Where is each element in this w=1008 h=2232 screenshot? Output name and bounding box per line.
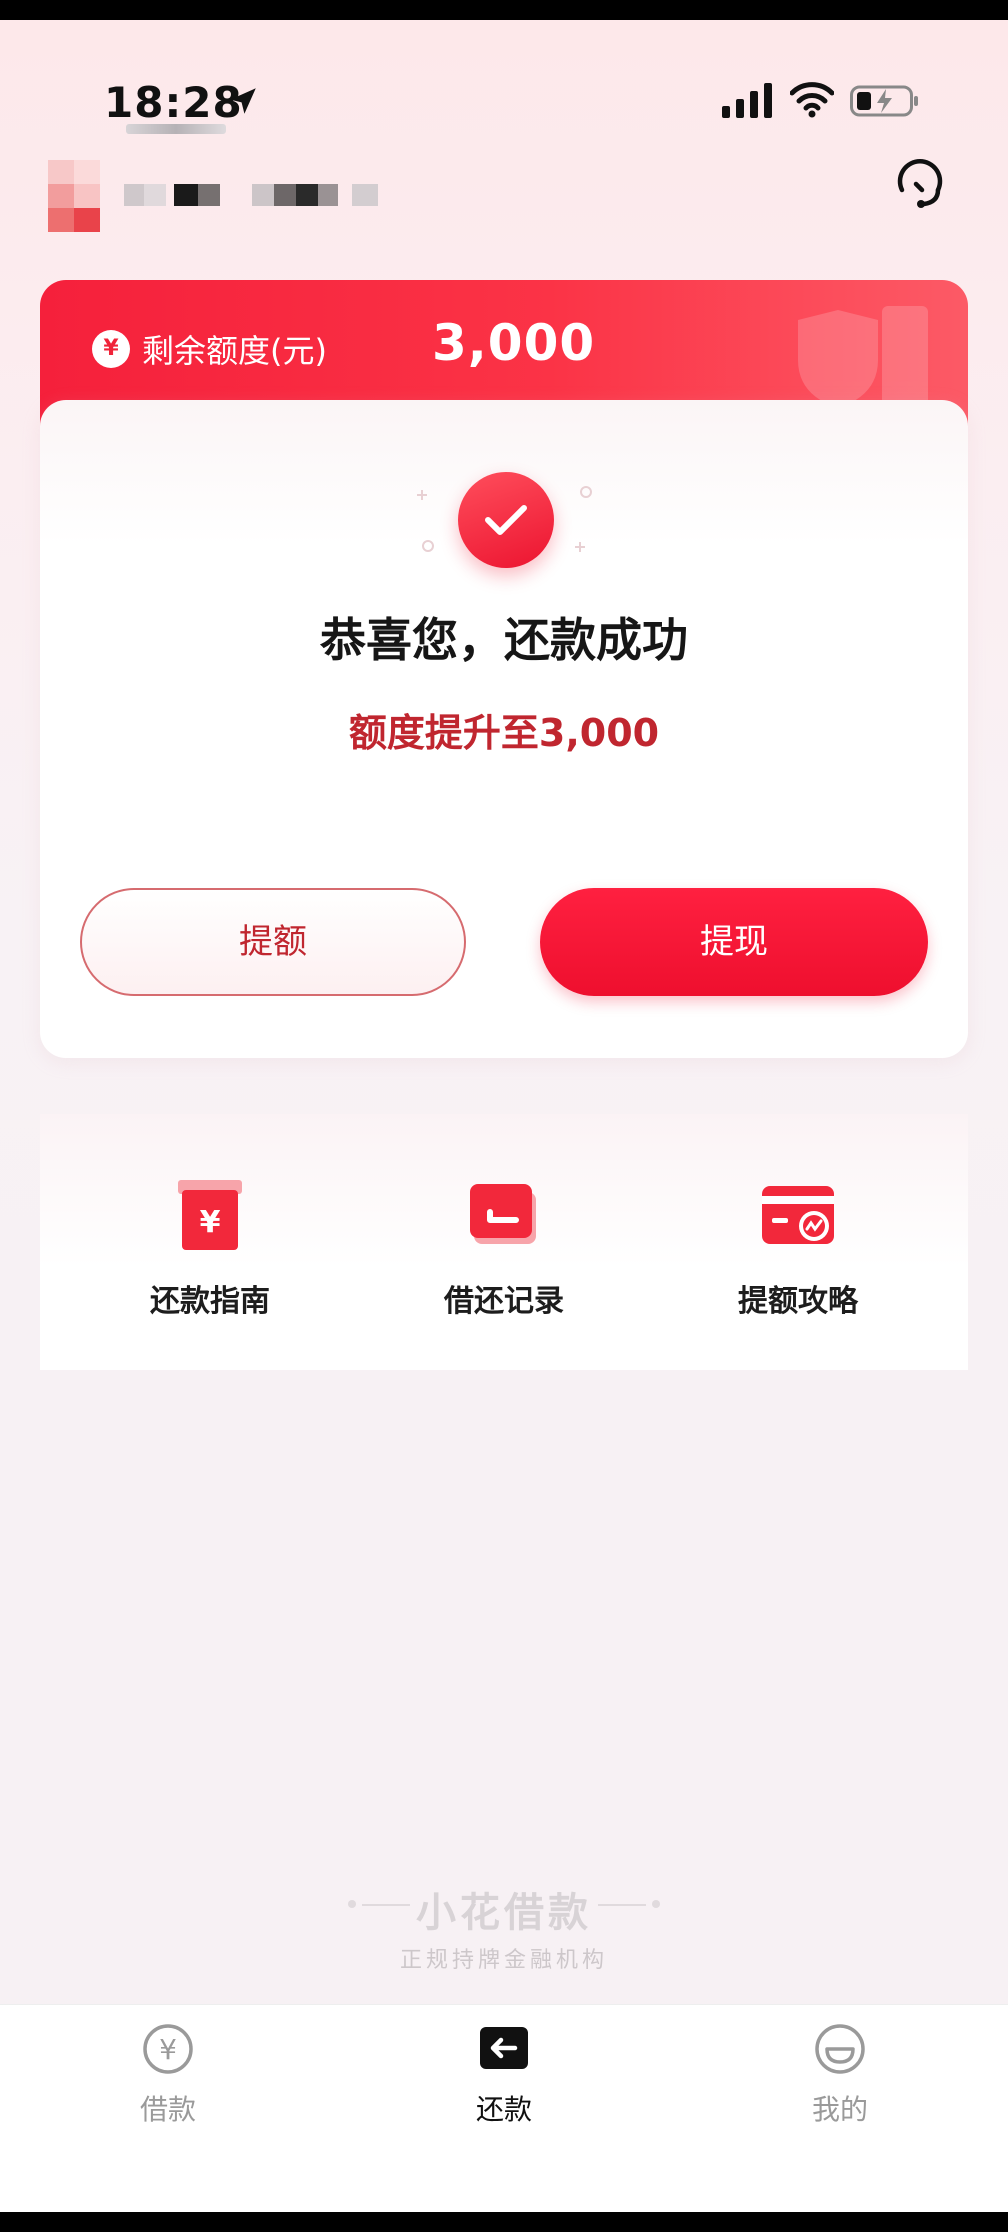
credit-raised-text: 额度提升至3,000 [348, 711, 660, 755]
tab-borrow[interactable]: ¥ 借款 [88, 2022, 248, 2128]
raise-credit-button[interactable]: 提额 [80, 888, 466, 996]
quick-action-label: 还款指南 [150, 1284, 270, 1319]
remaining-credit-value: 3,000 [432, 314, 596, 372]
shield-decoration-icon [798, 306, 928, 408]
cellular-signal-icon [722, 83, 772, 118]
svg-text:¥: ¥ [200, 1205, 221, 1240]
brand-name: 小花借款 [416, 1890, 592, 1936]
back-arrow-box-icon [480, 2027, 528, 2069]
bottom-edge [0, 2212, 1008, 2232]
blurred-subtext [126, 124, 226, 134]
remaining-credit-label: 剩余额度(元) [142, 332, 327, 370]
location-arrow-icon [230, 88, 256, 114]
battery-charging-icon [850, 85, 918, 117]
tab-label: 还款 [475, 2093, 532, 2126]
quick-action-label: 提额攻略 [738, 1284, 858, 1319]
credit-raise-tips-icon [762, 1186, 834, 1244]
tab-mine[interactable]: 我的 [760, 2022, 920, 2128]
blurred-username [124, 180, 384, 210]
loan-history-icon [470, 1184, 536, 1244]
top-edge [0, 0, 1008, 20]
customer-service-icon[interactable] [890, 158, 950, 218]
tab-label: 借款 [139, 2093, 196, 2126]
wifi-icon [790, 82, 834, 118]
yuan-icon: ¥ [92, 330, 130, 368]
withdraw-button[interactable]: 提现 [540, 888, 928, 996]
success-title: 恭喜您，还款成功 [320, 613, 688, 667]
brand-tagline: 正规持牌金融机构 [399, 1948, 608, 1973]
smile-face-icon [815, 2024, 865, 2074]
quick-action-credit-raise-tips[interactable]: 提额攻略 [688, 1176, 908, 1320]
tab-label: 我的 [811, 2093, 868, 2126]
quick-action-loan-history[interactable]: 借还记录 [394, 1176, 614, 1320]
success-check-icon [458, 472, 554, 568]
repayment-guide-icon: ¥ [178, 1180, 242, 1250]
svg-text:¥: ¥ [159, 2033, 177, 2066]
quick-action-repayment-guide[interactable]: ¥ 还款指南 [100, 1176, 320, 1320]
yuan-circle-icon: ¥ [143, 2024, 193, 2074]
status-time: 18:28 [104, 78, 243, 127]
avatar [48, 160, 102, 232]
quick-action-label: 借还记录 [444, 1284, 564, 1319]
tab-repay[interactable]: 还款 [424, 2022, 584, 2128]
